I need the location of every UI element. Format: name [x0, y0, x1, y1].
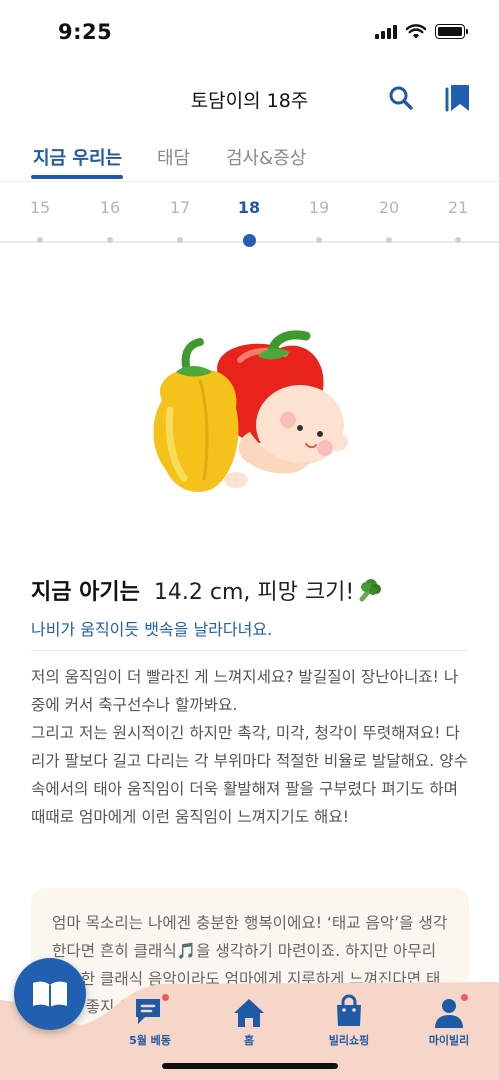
shopping-bag-icon	[332, 994, 366, 1028]
nav-label: 홈	[243, 1034, 255, 1047]
week-dot	[107, 237, 113, 243]
week-number: 15	[29, 198, 51, 217]
bookmark-icon	[445, 85, 469, 112]
tab-underline	[31, 175, 123, 179]
week-number: 20	[378, 198, 400, 217]
week-dot-selected	[242, 234, 256, 247]
tab-taedam[interactable]: 태담	[157, 144, 190, 170]
week-20[interactable]: 20	[369, 196, 409, 243]
nav-label: 5월 베동	[129, 1034, 171, 1047]
status-icons	[375, 24, 468, 39]
week-number: 19	[308, 198, 330, 217]
tab-exam-symptoms[interactable]: 검사&증상	[226, 144, 306, 170]
bookmark-button[interactable]	[440, 80, 476, 116]
nav-label: 빌리쇼핑	[328, 1034, 370, 1047]
page-title: 토담이의 18주	[190, 90, 309, 112]
home-indicator	[162, 1063, 338, 1069]
week-number: 21	[447, 198, 469, 217]
baby-size-heading: 지금 아기는 14.2 cm, 피망 크기!	[31, 574, 382, 606]
header: 토담이의 18주	[0, 72, 499, 124]
week-16[interactable]: 16	[90, 196, 130, 243]
week-18[interactable]: 18	[229, 196, 269, 247]
week-21[interactable]: 21	[438, 196, 478, 243]
week-19[interactable]: 19	[299, 196, 339, 243]
week-dot	[37, 237, 43, 243]
broccoli-icon	[359, 579, 382, 602]
diary-fab-button[interactable]	[14, 958, 86, 1030]
nav-home[interactable]: 홈	[209, 1032, 289, 1048]
badge-dot	[461, 994, 468, 1001]
week-number: 18	[237, 198, 261, 217]
week-dot	[177, 237, 183, 243]
status-time: 9:25	[58, 20, 113, 44]
wifi-icon	[406, 24, 426, 39]
baby-size-text: 14.2 cm, 피망 크기!	[153, 580, 355, 605]
tab-bar: 지금 우리는 태담 검사&증상	[0, 138, 499, 182]
baby-description: 저의 움직임이 더 빨라진 게 느껴지세요? 발길질이 장난아니죠! 나중에 커…	[31, 668, 468, 826]
person-icon	[432, 996, 466, 1030]
week-dot	[455, 237, 461, 243]
baby-label: 지금 아기는	[31, 580, 140, 605]
book-icon	[33, 981, 67, 1007]
week-selector: 15 16 17 18 19 20 21	[0, 196, 499, 256]
baby-pepper-illustration	[153, 330, 348, 492]
week-number: 17	[169, 198, 191, 217]
week-dot	[386, 237, 392, 243]
nav-my-billy[interactable]: 마이빌리	[409, 1032, 489, 1048]
status-bar: 9:25	[0, 0, 499, 64]
nav-shopping[interactable]: 빌리쇼핑	[309, 1032, 389, 1048]
home-icon	[232, 996, 266, 1030]
tab-now[interactable]: 지금 우리는	[33, 144, 122, 170]
nav-may-community[interactable]: 5월 베동	[110, 1032, 190, 1048]
nav-label: 마이빌리	[428, 1034, 470, 1047]
week-15[interactable]: 15	[20, 196, 60, 243]
week-17[interactable]: 17	[160, 196, 200, 243]
search-button[interactable]	[383, 80, 419, 116]
badge-dot	[162, 994, 169, 1001]
search-icon	[389, 86, 413, 110]
week-number: 16	[99, 198, 121, 217]
baby-subtitle: 나비가 움직이듯 뱃속을 날라다녀요.	[31, 620, 273, 639]
battery-icon	[435, 24, 468, 39]
cellular-signal-icon	[375, 24, 397, 39]
divider	[31, 650, 468, 651]
week-dot	[316, 237, 322, 243]
